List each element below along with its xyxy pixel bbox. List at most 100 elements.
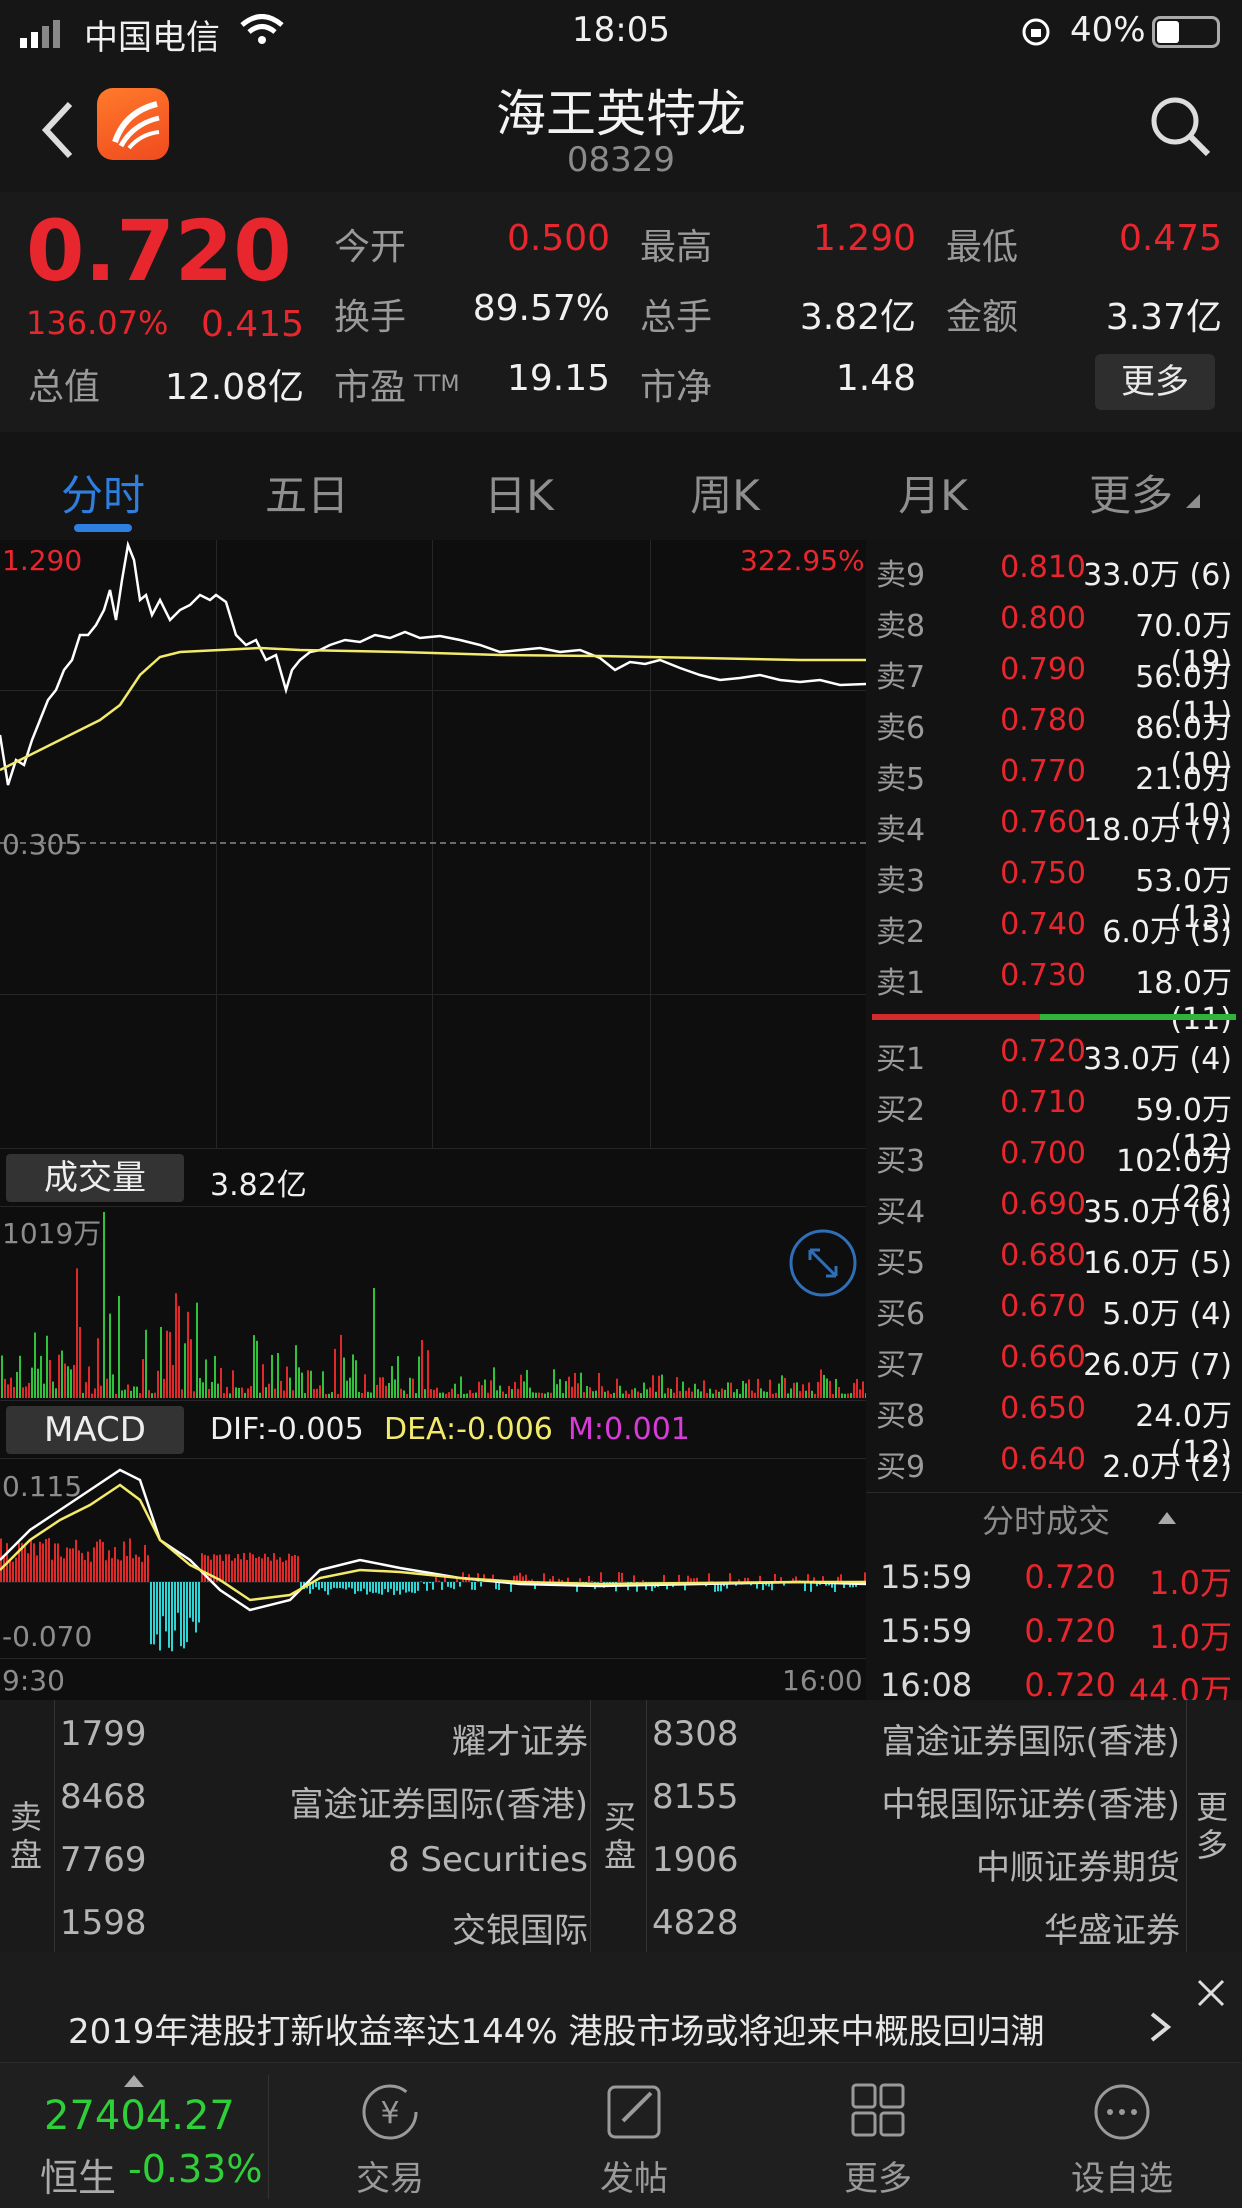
volume-bar — [742, 1380, 744, 1398]
bid-row[interactable]: 买3 0.700 102.0万(26) — [866, 1128, 1242, 1215]
broker-name[interactable]: 交银国际 — [452, 1903, 588, 1952]
volume-bar — [643, 1382, 645, 1398]
broker-more-button[interactable]: 更多 — [1196, 1788, 1236, 1864]
search-icon[interactable] — [1148, 94, 1212, 158]
ask-row[interactable]: 卖2 0.740 6.0万 (5) — [866, 899, 1242, 950]
bid-row[interactable]: 买6 0.670 5.0万 (4) — [866, 1281, 1242, 1332]
volume-bar — [361, 1392, 363, 1398]
broker-name[interactable]: 富途证券国际(香港) — [289, 1777, 588, 1826]
ticks-title[interactable]: 分时成交 — [982, 1496, 1110, 1542]
volume-total: 3.82亿 — [210, 1168, 307, 1203]
news-banner[interactable]: 2019年港股打新收益率达144% 港股市场或将迎来中概股回归潮 — [0, 1952, 1242, 2062]
price-chart[interactable] — [0, 540, 866, 1148]
ask-row[interactable]: 卖7 0.790 56.0万(11) — [866, 644, 1242, 731]
broker-id[interactable]: 8468 — [60, 1777, 147, 1817]
ask-row[interactable]: 卖10.73018.0万(11) — [866, 950, 1242, 1037]
volume-bar — [25, 1386, 27, 1398]
macd-bar — [45, 1539, 47, 1582]
volume-bar — [550, 1392, 552, 1398]
ask-row[interactable]: 卖9 0.810 33.0万 (6) — [866, 542, 1242, 593]
tab-intraday[interactable]: 分时 — [18, 462, 188, 523]
ticks-caret-icon — [1158, 1512, 1176, 1524]
close-icon[interactable] — [1196, 1978, 1226, 2008]
bid-row[interactable]: 买2 0.710 59.0万(12) — [866, 1077, 1242, 1164]
macd-bar — [606, 1582, 608, 1583]
volume-chart[interactable] — [0, 1208, 866, 1398]
bid-row[interactable]: 买7 0.660 26.0万 (7) — [866, 1332, 1242, 1383]
broker-id[interactable]: 1906 — [652, 1840, 739, 1880]
volume-indicator-button[interactable]: 成交量 — [6, 1154, 184, 1202]
macd-indicator-button[interactable]: MACD — [6, 1406, 184, 1454]
macd-bar — [471, 1582, 473, 1590]
volume-bar — [730, 1382, 732, 1398]
broker-id[interactable]: 1598 — [60, 1903, 147, 1943]
volume-bar — [160, 1327, 162, 1398]
nav-add-watchlist[interactable]: 设自选 — [1022, 2081, 1222, 2200]
volume-bar — [721, 1388, 723, 1398]
bid-row[interactable]: 买1 0.720 33.0万 (4) — [866, 1026, 1242, 1077]
volume-bar — [352, 1354, 354, 1398]
ask-row[interactable]: 卖4 0.760 18.0万 (7) — [866, 797, 1242, 848]
index-value[interactable]: 27404.27 — [44, 2093, 235, 2139]
broker-id[interactable]: 7769 — [60, 1840, 147, 1880]
tab-monthly-k[interactable]: 月K — [848, 462, 1018, 523]
expand-icon[interactable] — [788, 1228, 858, 1298]
broker-id[interactable]: 1799 — [60, 1714, 147, 1754]
nav-more[interactable]: 更多 — [778, 2081, 978, 2200]
macd-chart[interactable] — [0, 1460, 866, 1660]
macd-bar — [9, 1559, 11, 1582]
volume-bar — [253, 1335, 255, 1398]
bid-row[interactable]: 买4 0.690 35.0万 (6) — [866, 1179, 1242, 1230]
broker-name[interactable]: 中顺证券期货 — [976, 1840, 1180, 1889]
macd-bar — [552, 1576, 554, 1582]
quote-more-button[interactable]: 更多 — [1095, 354, 1215, 410]
nav-post[interactable]: 发帖 — [534, 2081, 734, 2200]
bid-row[interactable]: 买9 0.640 2.0万 (2) — [866, 1434, 1242, 1485]
broker-id[interactable]: 8308 — [652, 1714, 739, 1754]
tab-daily-k[interactable]: 日K — [434, 462, 604, 523]
volume-bar — [586, 1385, 588, 1398]
volume-bar — [847, 1393, 849, 1398]
volume-bar — [178, 1305, 180, 1398]
volume-value: 3.82亿 — [799, 297, 916, 338]
broker-id[interactable]: 8155 — [652, 1777, 739, 1817]
tab-weekly-k[interactable]: 周K — [640, 462, 810, 523]
volume-bar — [664, 1393, 666, 1398]
volume-bar — [706, 1393, 708, 1398]
news-headline[interactable]: 2019年港股打新收益率达144% 港股市场或将迎来中概股回归潮 — [68, 2004, 1045, 2053]
nav-trade[interactable]: ¥ 交易 — [290, 2081, 490, 2200]
volume-bar — [58, 1354, 60, 1398]
broker-id[interactable]: 4828 — [652, 1903, 739, 1943]
ask-row[interactable]: 卖8 0.800 70.0万(19) — [866, 593, 1242, 680]
volume-bar — [424, 1389, 426, 1398]
tab-five-day[interactable]: 五日 — [222, 462, 392, 523]
index-name[interactable]: 恒生 — [40, 2147, 116, 2202]
chevron-right-icon[interactable] — [1148, 2010, 1174, 2044]
ask-row[interactable]: 卖3 0.750 53.0万(13) — [866, 848, 1242, 935]
macd-bar — [204, 1554, 206, 1582]
macd-bar — [267, 1556, 269, 1582]
broker-name[interactable]: 中银国际证券(香港) — [881, 1777, 1180, 1826]
last-price: 0.720 — [26, 202, 292, 300]
volume-bar — [61, 1350, 63, 1398]
volume-bar — [541, 1392, 543, 1398]
volume-bar — [511, 1389, 513, 1398]
bid-row[interactable]: 买8 0.650 24.0万(12) — [866, 1383, 1242, 1470]
bid-volume: 16.0万 (5) — [1083, 1246, 1232, 1281]
volume-bar — [235, 1387, 237, 1398]
bid-row[interactable]: 买5 0.680 16.0万 (5) — [866, 1230, 1242, 1281]
tab-more[interactable]: 更多 — [1046, 462, 1216, 523]
ask-row[interactable]: 卖6 0.780 86.0万(10) — [866, 695, 1242, 782]
broker-name[interactable]: 华盛证券 — [1044, 1903, 1180, 1952]
broker-name[interactable]: 富途证券国际(香港) — [881, 1714, 1180, 1763]
macd-bar — [279, 1557, 281, 1582]
volume-bar — [343, 1357, 345, 1398]
broker-name[interactable]: 8 Securities — [388, 1840, 588, 1880]
volume-bar — [184, 1343, 186, 1398]
macd-bar — [351, 1582, 353, 1589]
broker-name[interactable]: 耀才证券 — [452, 1714, 588, 1763]
volume-bar — [520, 1374, 522, 1398]
ask-row[interactable]: 卖5 0.770 21.0万(10) — [866, 746, 1242, 833]
index-change[interactable]: -0.33% — [128, 2147, 262, 2191]
volume-bar — [220, 1367, 222, 1398]
